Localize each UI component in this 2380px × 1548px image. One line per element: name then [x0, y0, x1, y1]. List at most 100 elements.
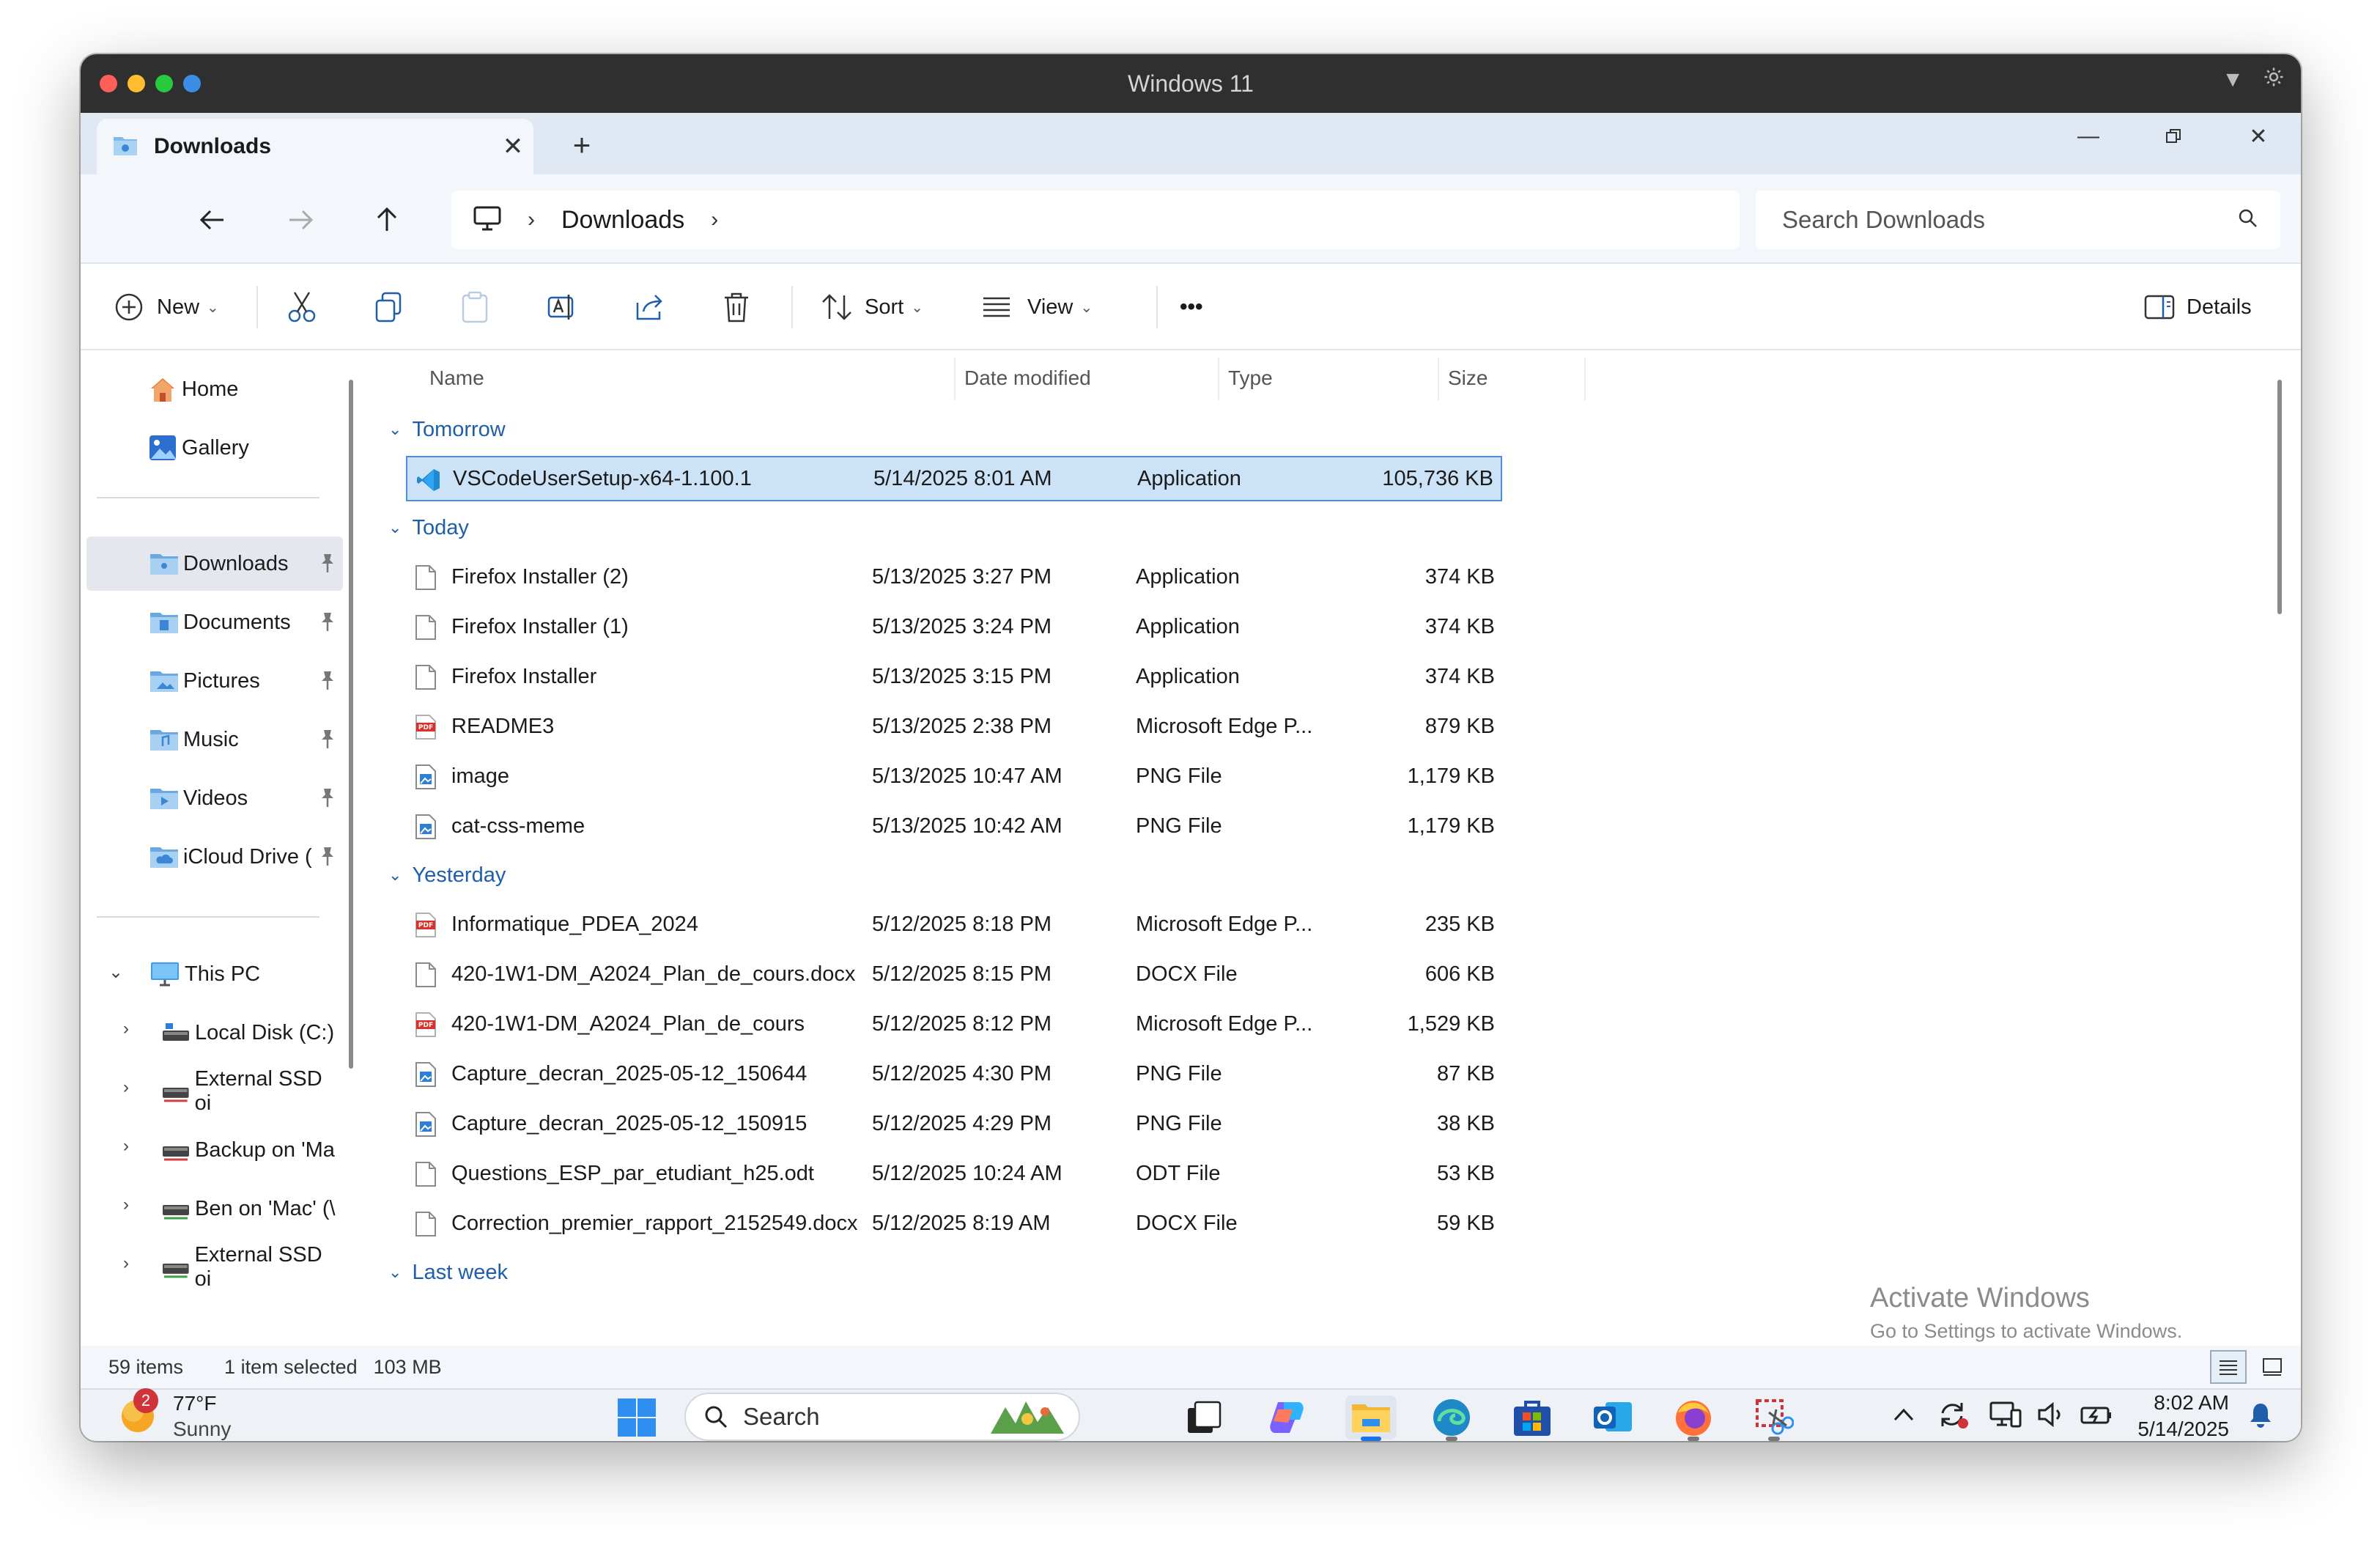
- extra-traffic-light[interactable]: [183, 75, 201, 92]
- file-row[interactable]: cat-css-meme 5/13/2025 10:42 AM PNG File 1,…: [406, 803, 1502, 849]
- paste-button[interactable]: [460, 283, 489, 331]
- large-icons-view-toggle[interactable]: [2254, 1350, 2291, 1384]
- taskbar-search[interactable]: Search: [684, 1393, 1080, 1441]
- file-row[interactable]: Firefox Installer 5/13/2025 3:15 PM Applic…: [406, 654, 1502, 699]
- snipping-tool-taskbar-button[interactable]: [1748, 1396, 1800, 1441]
- sidebar-item-ben-on-mac[interactable]: › Ben on 'Mac' (\: [86, 1182, 343, 1236]
- sidebar-item-gallery[interactable]: Gallery: [86, 421, 343, 475]
- clock[interactable]: 8:02 AM 5/14/2025: [2137, 1390, 2229, 1441]
- forward-button[interactable]: [277, 196, 324, 243]
- sidebar-item-icloud-drive[interactable]: iCloud Drive (: [86, 830, 343, 884]
- file-row[interactable]: Capture_decran_2025-05-12_150915 5/12/202…: [406, 1101, 1502, 1146]
- zoom-traffic-light[interactable]: [155, 75, 173, 92]
- copilot-button[interactable]: [1262, 1396, 1313, 1440]
- column-header-date[interactable]: Date modified: [964, 350, 1091, 406]
- file-row[interactable]: Firefox Installer (1) 5/13/2025 3:24 PM Ap…: [406, 604, 1502, 649]
- chevron-right-icon[interactable]: ›: [528, 207, 535, 232]
- pin-icon[interactable]: [318, 787, 337, 814]
- cut-button[interactable]: [287, 283, 317, 331]
- network-icon[interactable]: [1989, 1400, 2022, 1433]
- sidebar-item-videos[interactable]: Videos: [86, 771, 343, 825]
- task-view-button[interactable]: [1178, 1396, 1230, 1440]
- column-header-size[interactable]: Size: [1448, 350, 1488, 406]
- search-input[interactable]: Search Downloads: [1756, 191, 2280, 249]
- firefox-taskbar-button[interactable]: [1668, 1396, 1719, 1441]
- file-row[interactable]: PDF Informatique_PDEA_2024 5/12/2025 8:18 …: [406, 902, 1502, 947]
- sidebar-item-this-pc[interactable]: ⌄ This PC: [86, 947, 343, 1001]
- file-row[interactable]: Questions_ESP_par_etudiant_h25.odt 5/12/2…: [406, 1151, 1502, 1196]
- minimize-traffic-light[interactable]: [128, 75, 145, 92]
- pin-icon[interactable]: [318, 611, 337, 638]
- outlook-taskbar-button[interactable]: [1587, 1396, 1638, 1440]
- breadcrumb-downloads[interactable]: Downloads: [561, 206, 684, 235]
- chevron-down-icon[interactable]: ⌄: [388, 866, 402, 885]
- restore-icon[interactable]: [2131, 113, 2216, 160]
- file-row[interactable]: Correction_premier_rapport_2152549.docx 5…: [406, 1201, 1502, 1246]
- group-header[interactable]: ⌄ Last week: [388, 1253, 508, 1291]
- group-header[interactable]: ⌄ Yesterday: [388, 856, 506, 894]
- sidebar-item-external-ssd[interactable]: › External SSD oi: [86, 1064, 343, 1118]
- group-header[interactable]: ⌄ Today: [388, 509, 469, 547]
- file-row[interactable]: image 5/13/2025 10:47 AM PNG File 1,179 KB: [406, 753, 1502, 799]
- copy-button[interactable]: [374, 283, 403, 331]
- details-view-toggle[interactable]: [2210, 1350, 2247, 1384]
- chevron-down-icon[interactable]: ⌄: [388, 420, 402, 439]
- share-button[interactable]: [635, 283, 665, 331]
- chevron-right-icon[interactable]: ›: [123, 1253, 129, 1274]
- more-options-button[interactable]: •••: [1180, 283, 1203, 331]
- address-bar[interactable]: › Downloads ›: [451, 191, 1740, 249]
- tab-close-icon[interactable]: ✕: [492, 132, 533, 161]
- details-button[interactable]: Details: [2144, 283, 2252, 331]
- pin-icon[interactable]: [318, 670, 337, 696]
- notification-bell-icon[interactable]: [2248, 1401, 2273, 1432]
- sidebar-item-downloads[interactable]: Downloads: [86, 537, 343, 591]
- chevron-down-icon[interactable]: ⌄: [388, 518, 402, 537]
- group-header[interactable]: ⌄ Tomorrow: [388, 410, 506, 449]
- file-row[interactable]: PDF README3 5/13/2025 2:38 PM Microsoft Edg…: [406, 704, 1502, 749]
- chevron-down-icon[interactable]: ⌄: [108, 962, 123, 983]
- file-explorer-taskbar-button[interactable]: [1345, 1396, 1397, 1441]
- sync-icon[interactable]: [1937, 1400, 1969, 1433]
- store-taskbar-button[interactable]: [1507, 1396, 1558, 1440]
- volume-icon[interactable]: [2036, 1401, 2066, 1431]
- chevron-up-icon[interactable]: [1893, 1407, 1915, 1426]
- sidebar-item-music[interactable]: Music: [86, 712, 343, 767]
- delete-button[interactable]: [722, 283, 750, 331]
- column-header-name[interactable]: Name: [429, 350, 484, 406]
- chevron-right-icon[interactable]: ›: [123, 1136, 129, 1157]
- rename-button[interactable]: [547, 283, 577, 331]
- chevron-down-icon[interactable]: ⌄: [388, 1263, 402, 1282]
- sidebar-scrollbar[interactable]: [349, 380, 353, 1069]
- file-row[interactable]: Capture_decran_2025-05-12_150644 5/12/202…: [406, 1051, 1502, 1096]
- edge-taskbar-button[interactable]: [1426, 1396, 1477, 1441]
- file-list-scrollbar[interactable]: [2277, 380, 2282, 614]
- file-row[interactable]: VSCodeUserSetup-x64-1.100.1 5/14/2025 8:0…: [406, 456, 1502, 501]
- new-tab-button[interactable]: +: [560, 123, 604, 167]
- pin-icon[interactable]: [318, 729, 337, 755]
- chevron-right-icon[interactable]: ›: [123, 1077, 129, 1098]
- sidebar-item-external-ssd-2[interactable]: › External SSD oi: [86, 1240, 343, 1294]
- dropdown-icon[interactable]: ▼: [2222, 67, 2244, 92]
- sidebar-item-pictures[interactable]: Pictures: [86, 654, 343, 708]
- file-row[interactable]: Firefox Installer (2) 5/13/2025 3:27 PM Ap…: [406, 554, 1502, 600]
- chevron-right-icon[interactable]: ›: [711, 207, 718, 232]
- battery-icon[interactable]: [2080, 1404, 2113, 1429]
- minimize-icon[interactable]: —: [2046, 113, 2131, 160]
- sidebar-item-backup[interactable]: › Backup on 'Ma: [86, 1123, 343, 1177]
- close-traffic-light[interactable]: [100, 75, 117, 92]
- file-row[interactable]: 420-1W1-DM_A2024_Plan_de_cours.docx 5/12/…: [406, 951, 1502, 997]
- close-icon[interactable]: ✕: [2216, 113, 2301, 160]
- pin-icon[interactable]: [318, 553, 337, 579]
- pin-icon[interactable]: [318, 846, 337, 872]
- up-button[interactable]: [363, 196, 410, 243]
- tab-downloads[interactable]: Downloads ✕: [97, 119, 533, 174]
- column-header-type[interactable]: Type: [1228, 350, 1273, 406]
- this-pc-icon[interactable]: [473, 206, 501, 235]
- weather-widget[interactable]: 2 77°F Sunny: [117, 1387, 231, 1441]
- start-button[interactable]: [611, 1396, 662, 1440]
- back-button[interactable]: [189, 196, 236, 243]
- new-button[interactable]: New ⌄: [114, 283, 219, 331]
- view-button[interactable]: View ⌄: [982, 283, 1093, 331]
- file-row[interactable]: PDF 420-1W1-DM_A2024_Plan_de_cours 5/12/20…: [406, 1001, 1502, 1047]
- sidebar-item-home[interactable]: Home: [86, 362, 343, 416]
